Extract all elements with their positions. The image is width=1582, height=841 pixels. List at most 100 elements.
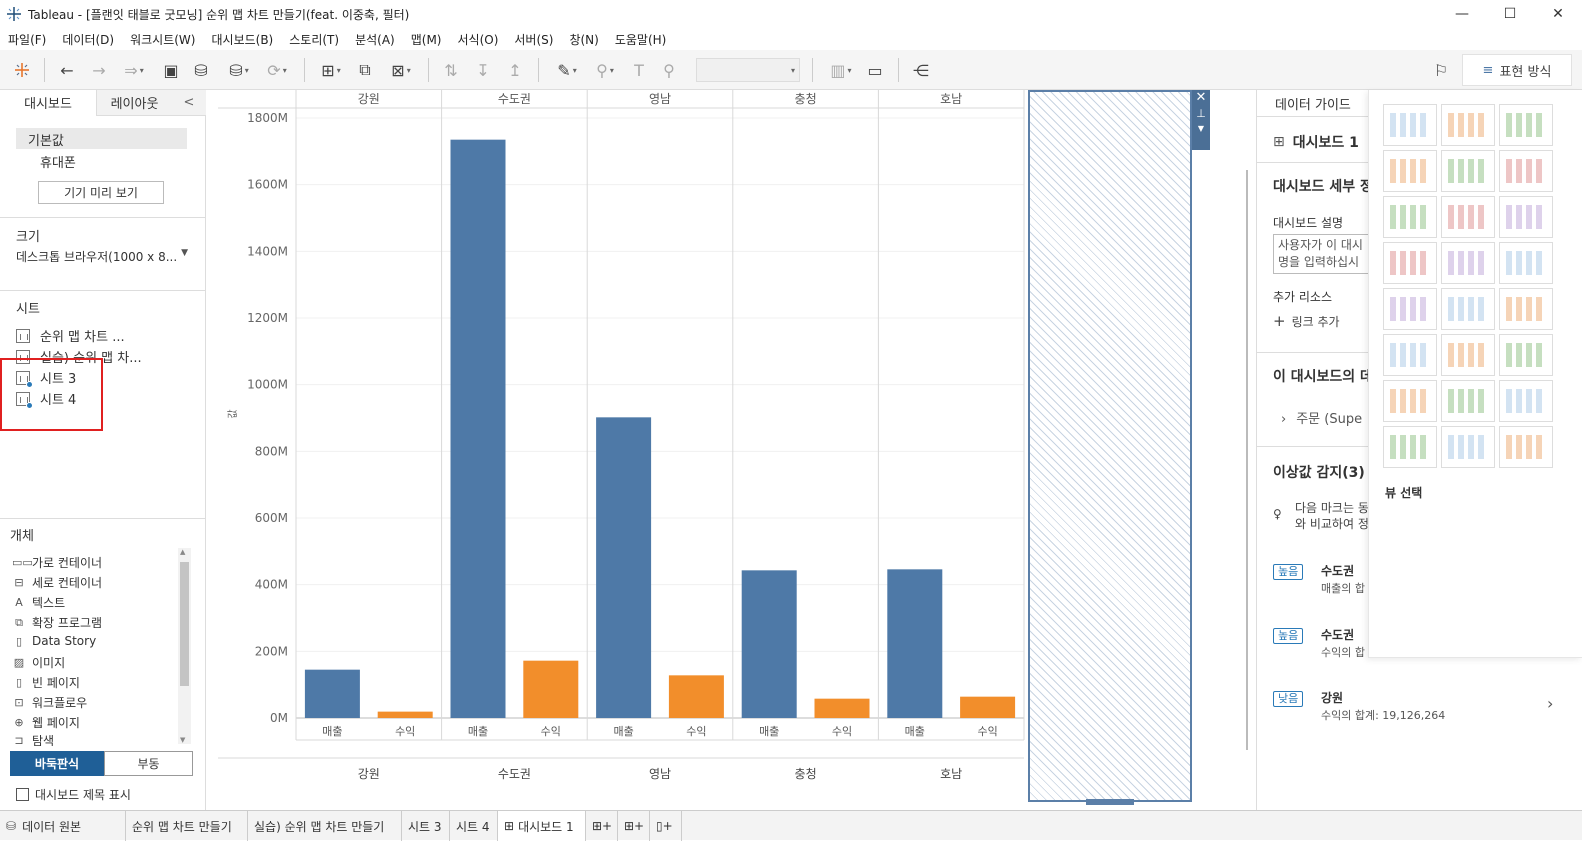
chart-type-thumbnail[interactable] — [1499, 104, 1553, 146]
sort-desc-icon[interactable]: ↥ — [504, 58, 526, 82]
replay-icon[interactable]: ⇒ ▾ — [118, 58, 150, 82]
tableau-home-icon[interactable] — [10, 58, 34, 82]
tab-data-source[interactable]: ⛁ 데이터 원본 — [0, 811, 126, 841]
chart-type-thumbnail[interactable] — [1499, 334, 1553, 376]
object-text[interactable]: A 텍스트 — [12, 594, 65, 611]
outlier-name[interactable]: 강원 — [1321, 689, 1343, 706]
object-workflow[interactable]: ⊡ 워크플로우 — [12, 694, 87, 711]
show-cards-icon[interactable]: ▥ ▾ — [824, 58, 858, 82]
menu-dashboard[interactable]: 대시보드(B) — [203, 31, 281, 48]
new-story-icon[interactable]: ▯+ — [650, 811, 682, 841]
chart-type-thumbnail[interactable] — [1441, 334, 1495, 376]
fit-dropdown[interactable]: ▾ — [696, 58, 800, 82]
chart-type-thumbnail[interactable] — [1383, 334, 1437, 376]
menu-file[interactable]: 파일(F) — [0, 31, 54, 48]
menu-worksheet[interactable]: 워크시트(W) — [122, 31, 203, 48]
undo-icon[interactable]: ← — [56, 58, 78, 82]
menu-server[interactable]: 서버(S) — [506, 31, 561, 48]
pin-icon[interactable]: ⚲ — [658, 58, 680, 82]
chart-type-thumbnail[interactable] — [1441, 196, 1495, 238]
blank-object[interactable] — [1028, 90, 1192, 802]
object-image[interactable]: ▨ 이미지 — [12, 654, 65, 671]
object-navigation[interactable]: ⊐ 탐색 — [12, 734, 54, 746]
tab-dashboard-active[interactable]: ⊞ 대시보드 1 — [498, 811, 586, 841]
chart-type-thumbnail[interactable] — [1499, 242, 1553, 284]
new-dashboard-icon[interactable]: ⊞+ — [618, 811, 650, 841]
menu-format[interactable]: 서식(O) — [450, 31, 507, 48]
refresh-icon[interactable]: ⟳ ▾ — [260, 58, 294, 82]
tab-sheet[interactable]: 순위 맵 차트 만들기 — [126, 811, 248, 841]
collapse-icon[interactable]: < — [172, 90, 206, 116]
show-title-checkbox[interactable]: 대시보드 제목 표시 — [16, 786, 131, 803]
close-button[interactable]: ✕ — [1534, 0, 1582, 28]
object-vertical-container[interactable]: ⊟ 세로 컨테이너 — [12, 574, 102, 591]
chevron-down-icon[interactable]: ▼ — [1192, 124, 1210, 133]
object-web-page[interactable]: ⊕ 웹 페이지 — [12, 714, 80, 731]
chart-type-thumbnail[interactable] — [1441, 104, 1495, 146]
object-horizontal-container[interactable]: ▭▭ 가로 컨테이너 — [12, 554, 102, 571]
device-preview-button[interactable]: 기기 미리 보기 — [38, 181, 164, 204]
new-worksheet-icon[interactable]: ⊞+ — [586, 811, 618, 841]
chart-type-thumbnail[interactable] — [1499, 196, 1553, 238]
sheet-item[interactable]: 순위 맵 차트 ... — [16, 326, 125, 345]
device-default[interactable]: 기본값 — [28, 130, 64, 149]
chart-type-thumbnail[interactable] — [1383, 104, 1437, 146]
maximize-button[interactable]: ☐ — [1486, 0, 1534, 28]
tab-sheet[interactable]: 시트 3 — [402, 811, 450, 841]
menu-analysis[interactable]: 분석(A) — [347, 31, 403, 48]
objects-scrollbar[interactable]: ▲ ▼ — [178, 548, 191, 744]
tiled-button[interactable]: 바둑판식 — [10, 751, 104, 776]
chart-type-thumbnail[interactable] — [1383, 242, 1437, 284]
show-me-button[interactable]: ≡ 표현 방식 — [1462, 54, 1572, 86]
chart-type-thumbnail[interactable] — [1499, 288, 1553, 330]
duplicate-icon[interactable]: ⧉ — [354, 58, 376, 82]
floating-button[interactable]: 부동 — [104, 751, 193, 776]
menu-map[interactable]: 맵(M) — [403, 31, 450, 48]
device-phone[interactable]: 휴대폰 — [40, 152, 76, 171]
chart-type-thumbnail[interactable] — [1441, 380, 1495, 422]
object-data-story[interactable]: ▯ Data Story — [12, 634, 96, 648]
chart-type-thumbnail[interactable] — [1441, 150, 1495, 192]
canvas-scrollbar[interactable] — [1246, 170, 1248, 750]
chart-type-thumbnail[interactable] — [1383, 426, 1437, 468]
redo-icon[interactable]: → — [88, 58, 110, 82]
chart-type-thumbnail[interactable] — [1383, 196, 1437, 238]
tab-layout[interactable]: 레이아웃 — [96, 90, 172, 116]
chart-type-thumbnail[interactable] — [1383, 150, 1437, 192]
resize-handle[interactable] — [1086, 799, 1134, 805]
menu-window[interactable]: 창(N) — [561, 31, 606, 48]
add-link-button[interactable]: + 링크 추가 — [1273, 312, 1340, 330]
outlier-name[interactable]: 수도권 — [1321, 562, 1354, 579]
chart-type-thumbnail[interactable] — [1383, 288, 1437, 330]
chart-type-thumbnail[interactable] — [1441, 242, 1495, 284]
pause-updates-icon[interactable]: ⛁ ▾ — [222, 58, 256, 82]
menu-story[interactable]: 스토리(T) — [281, 31, 347, 48]
sort-asc-icon[interactable]: ↧ — [472, 58, 494, 82]
new-sheet-icon[interactable]: ⊞ ▾ — [314, 58, 348, 82]
swap-icon[interactable]: ⇅ — [440, 58, 462, 82]
tab-sheet[interactable]: 실습) 순위 맵 차트 만들기 — [248, 811, 402, 841]
chart-type-thumbnail[interactable] — [1499, 380, 1553, 422]
pin-icon[interactable]: ⊥ — [1192, 107, 1210, 120]
object-blank[interactable]: ▯ 빈 페이지 — [12, 674, 80, 691]
close-icon[interactable]: ✕ — [1192, 90, 1210, 105]
presentation-icon[interactable]: ▭ — [864, 58, 886, 82]
data-source-item[interactable]: › 주문 (Supe — [1281, 408, 1362, 427]
chart-type-thumbnail[interactable] — [1441, 426, 1495, 468]
chart-type-thumbnail[interactable] — [1499, 426, 1553, 468]
object-extension[interactable]: ⧉ 확장 프로그램 — [12, 614, 102, 631]
chart-type-thumbnail[interactable] — [1383, 380, 1437, 422]
new-datasource-icon[interactable]: ⛁ — [190, 58, 212, 82]
menu-data[interactable]: 데이터(D) — [54, 31, 122, 48]
chart-type-thumbnail[interactable] — [1441, 288, 1495, 330]
tab-sheet[interactable]: 시트 4 — [450, 811, 498, 841]
save-icon[interactable]: ▣ — [160, 58, 182, 82]
tab-dashboard[interactable]: 대시보드 — [0, 90, 96, 116]
share-icon[interactable]: ⋲ — [910, 58, 932, 82]
group-icon[interactable]: ⚲ ▾ — [588, 58, 622, 82]
format-painter-icon[interactable]: ⚐ — [1430, 58, 1452, 82]
description-textarea[interactable]: 사용자가 이 대시 명을 입력하십시 — [1273, 234, 1373, 274]
label-icon[interactable]: T — [628, 58, 650, 82]
chevron-right-icon[interactable]: › — [1547, 694, 1553, 713]
object-controls[interactable]: ✕ ⊥ ▼ — [1192, 90, 1210, 150]
